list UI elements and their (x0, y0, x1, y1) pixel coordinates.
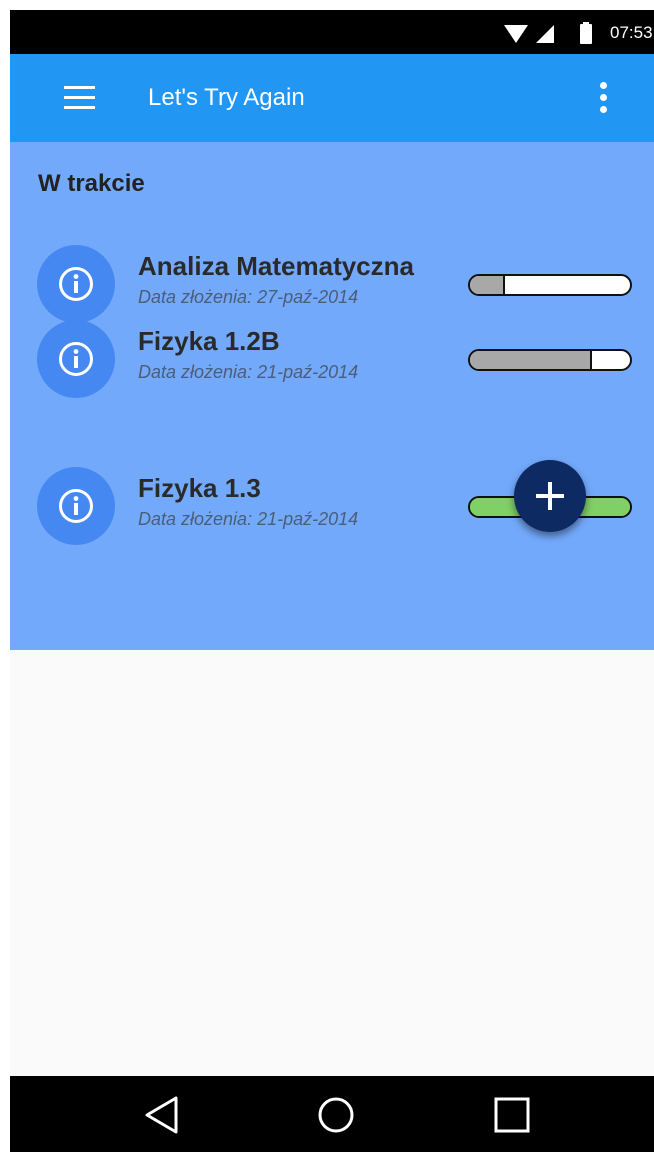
info-icon[interactable] (37, 467, 115, 545)
section-title: W trakcie (38, 170, 145, 197)
device-screen: 07:53 Let's Try Again W trakcie Analiza … (10, 10, 654, 1152)
progress-bar (468, 349, 632, 371)
app-bar: Let's Try Again (10, 54, 654, 142)
progress-fill (470, 276, 506, 294)
in-progress-section: W trakcie Analiza Matematyczna Data złoż… (10, 142, 654, 650)
course-date: Data złożenia: 21-paź-2014 (138, 509, 359, 529)
recents-icon[interactable] (482, 1090, 542, 1140)
course-item-analiza[interactable]: Analiza Matematyczna Data złożenia: 27-p… (10, 245, 654, 325)
progress-fill (470, 351, 592, 369)
course-name: Fizyka 1.3 (138, 473, 261, 503)
hamburger-menu-icon[interactable] (50, 78, 95, 118)
navigation-bar (10, 1076, 654, 1152)
add-icon-vertical (548, 482, 552, 510)
course-item-fizyka-1-2b[interactable]: Fizyka 1.2B Data złożenia: 21-paź-2014 (10, 320, 654, 400)
signal-icon (536, 25, 554, 43)
status-bar: 07:53 (10, 10, 654, 54)
info-icon[interactable] (37, 245, 115, 323)
more-vert-icon[interactable] (588, 76, 618, 120)
progress-bar (468, 274, 632, 296)
status-time: 07:53 (610, 23, 653, 42)
app-title: Let's Try Again (148, 84, 305, 111)
home-icon[interactable] (306, 1090, 366, 1140)
add-button[interactable] (514, 460, 586, 532)
back-icon[interactable] (134, 1090, 194, 1140)
battery-icon (580, 22, 592, 44)
course-name: Fizyka 1.2B (138, 326, 280, 356)
course-name: Analiza Matematyczna (138, 251, 414, 281)
info-icon[interactable] (37, 320, 115, 398)
course-date: Data złożenia: 27-paź-2014 (138, 287, 359, 307)
course-date: Data złożenia: 21-paź-2014 (138, 362, 359, 382)
wifi-icon (504, 25, 528, 43)
